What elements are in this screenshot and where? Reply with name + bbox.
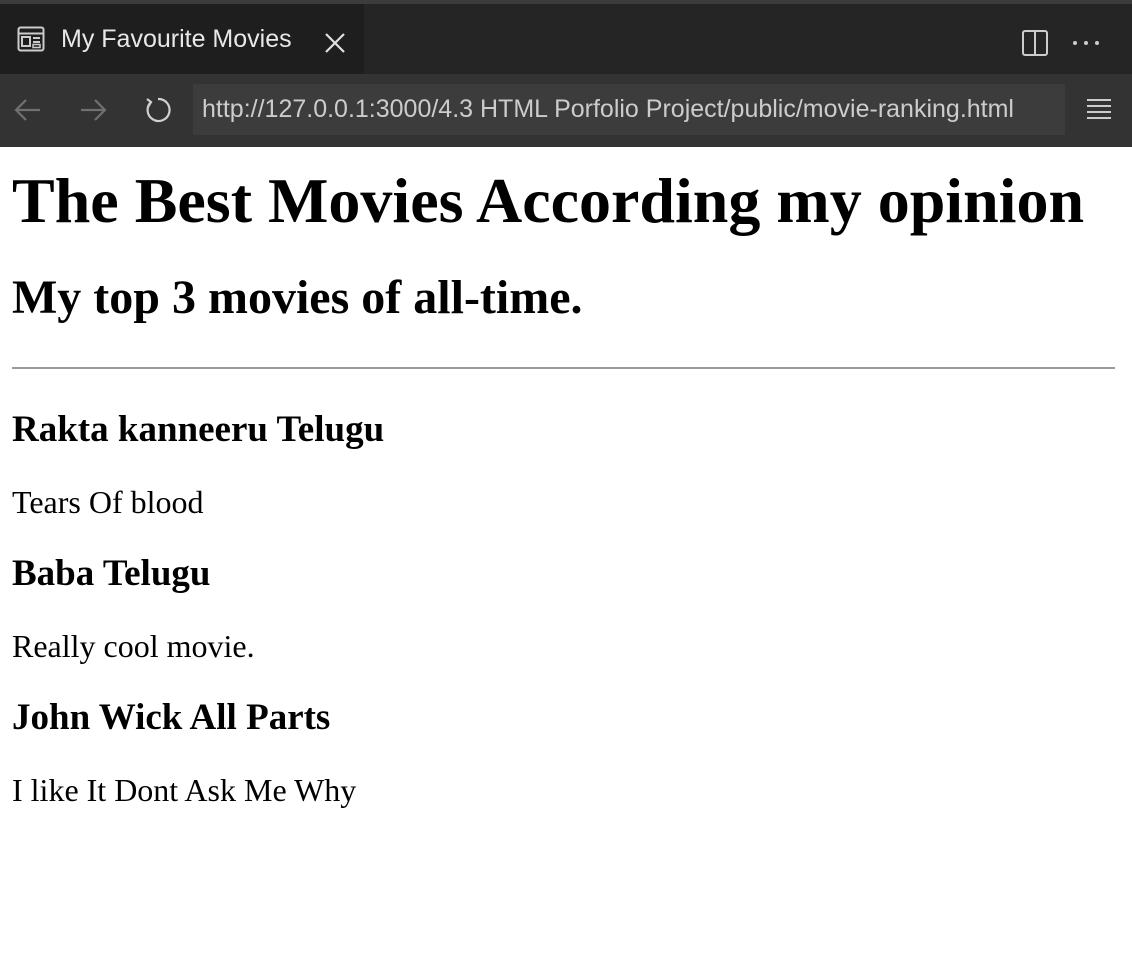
forward-arrow-icon[interactable] [77, 94, 109, 126]
movie-title: Baba Telugu [12, 553, 211, 594]
divider [12, 367, 1115, 369]
tab-my-favourite-movies[interactable]: My Favourite Movies [0, 4, 364, 74]
preview-icon [17, 26, 45, 52]
address-bar[interactable] [193, 84, 1065, 135]
page-title: The Best Movies According my opinion [12, 165, 1085, 236]
page-subtitle: My top 3 movies of all-time. [12, 271, 583, 324]
browser-toolbar [0, 74, 1132, 147]
tab-bar: My Favourite Movies [0, 4, 1132, 74]
movie-title: Rakta kanneeru Telugu [12, 409, 385, 450]
back-arrow-icon[interactable] [12, 94, 44, 126]
movie-description: Really cool movie. [12, 628, 255, 664]
tab-title: My Favourite Movies [61, 25, 292, 53]
split-editor-icon[interactable] [1020, 28, 1050, 58]
more-actions-icon[interactable] [1069, 28, 1103, 58]
movie-title: John Wick All Parts [12, 697, 331, 738]
close-icon[interactable] [323, 31, 347, 55]
reload-icon[interactable] [142, 94, 174, 126]
movie-description: I like It Dont Ask Me Why [12, 772, 357, 808]
page-content: The Best Movies According my opinion My … [0, 162, 1132, 809]
movie-description: Tears Of blood [12, 484, 204, 520]
menu-icon[interactable] [1085, 96, 1113, 124]
